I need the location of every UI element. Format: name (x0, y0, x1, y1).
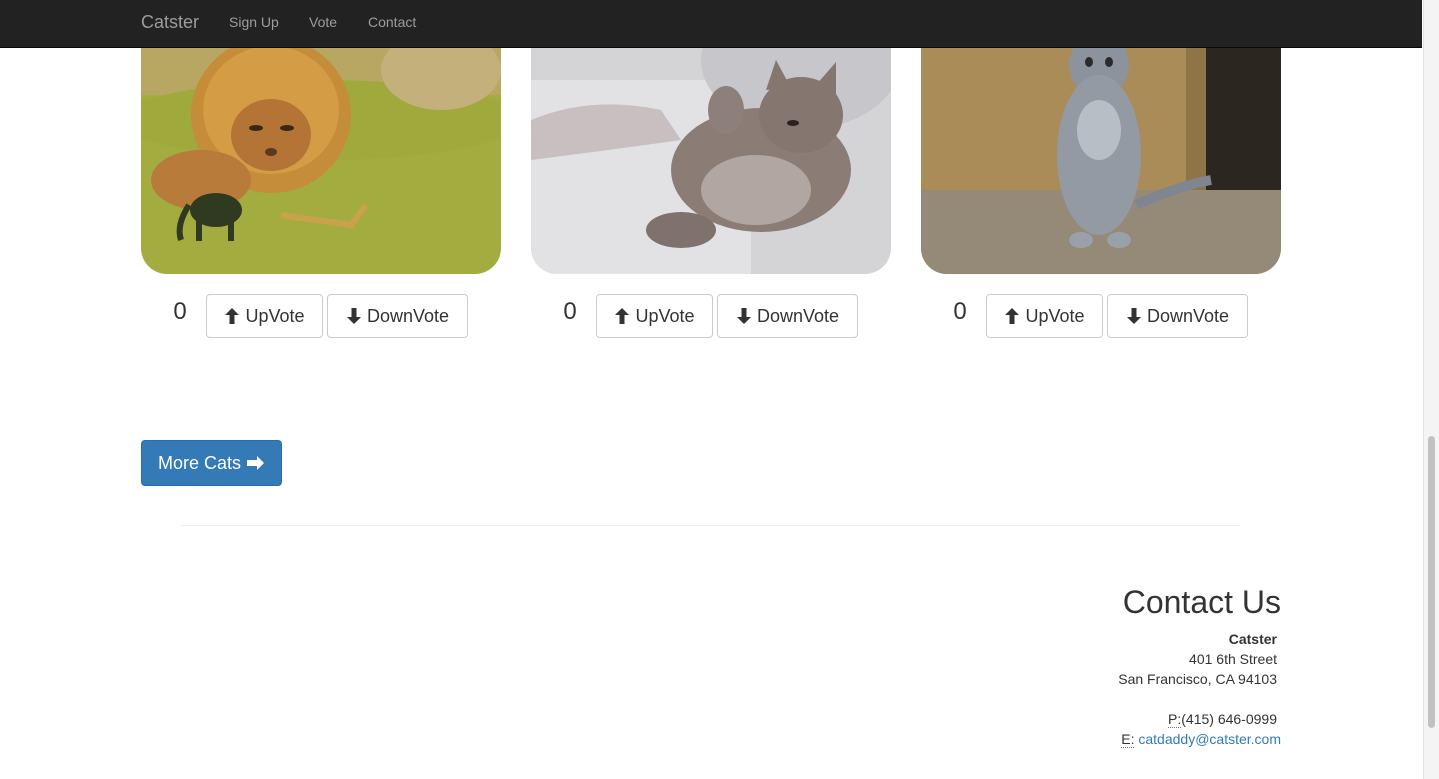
phone-number: (415) 646-0999 (1181, 711, 1277, 727)
upvote-button[interactable]: UpVote (986, 294, 1103, 338)
arrow-right-icon (247, 456, 265, 470)
downvote-label: DownVote (366, 305, 450, 326)
arrow-up-icon (615, 308, 630, 324)
contact-phone: P:(415) 646-0999 (1168, 711, 1277, 728)
upvote-button[interactable]: UpVote (596, 294, 713, 338)
upvote-button[interactable]: UpVote (206, 294, 323, 338)
downvote-label: DownVote (1146, 305, 1230, 326)
email-link[interactable]: catdaddy@catster.com (1138, 731, 1281, 747)
upvote-label: UpVote (635, 305, 695, 326)
downvote-button[interactable]: DownVote (1107, 294, 1248, 338)
upvote-label: UpVote (245, 305, 305, 326)
vote-row-3: 0 UpVote DownVote (940, 294, 1260, 340)
more-cats-label: More Cats (157, 452, 242, 473)
nav-link-contact[interactable]: Contact (368, 14, 416, 30)
contact-street: 401 6th Street (1189, 651, 1277, 667)
arrow-down-icon (1126, 308, 1141, 324)
scrollbar-thumb[interactable] (1428, 436, 1435, 728)
navbar-brand[interactable]: Catster (141, 12, 199, 33)
contact-title: Contact Us (1122, 584, 1281, 620)
downvote-button[interactable]: DownVote (327, 294, 468, 338)
nav-link-sign-up[interactable]: Sign Up (229, 14, 279, 30)
phone-prefix: P: (1168, 711, 1182, 728)
arrow-up-icon (225, 308, 240, 324)
vertical-scrollbar[interactable] (1423, 0, 1439, 779)
vote-row-1: 0 UpVote DownVote (160, 294, 480, 340)
contact-email: E: catdaddy@catster.com (1121, 731, 1281, 748)
arrow-down-icon (346, 308, 361, 324)
more-cats-button[interactable]: More Cats (141, 440, 282, 486)
arrow-down-icon (736, 308, 751, 324)
nav-link-vote[interactable]: Vote (309, 14, 337, 30)
vote-count: 0 (173, 298, 187, 325)
downvote-label: DownVote (756, 305, 840, 326)
downvote-button[interactable]: DownVote (717, 294, 858, 338)
vote-count: 0 (563, 298, 577, 325)
arrow-up-icon (1005, 308, 1020, 324)
navbar: Catster Sign Up Vote Contact (0, 0, 1422, 48)
contact-city: San Francisco, CA 94103 (1118, 671, 1277, 687)
upvote-label: UpVote (1025, 305, 1085, 326)
vote-count: 0 (953, 298, 967, 325)
vote-row-2: 0 UpVote DownVote (550, 294, 870, 340)
footer-divider (181, 525, 1240, 526)
contact-company: Catster (1228, 631, 1277, 647)
email-prefix: E: (1121, 731, 1135, 748)
